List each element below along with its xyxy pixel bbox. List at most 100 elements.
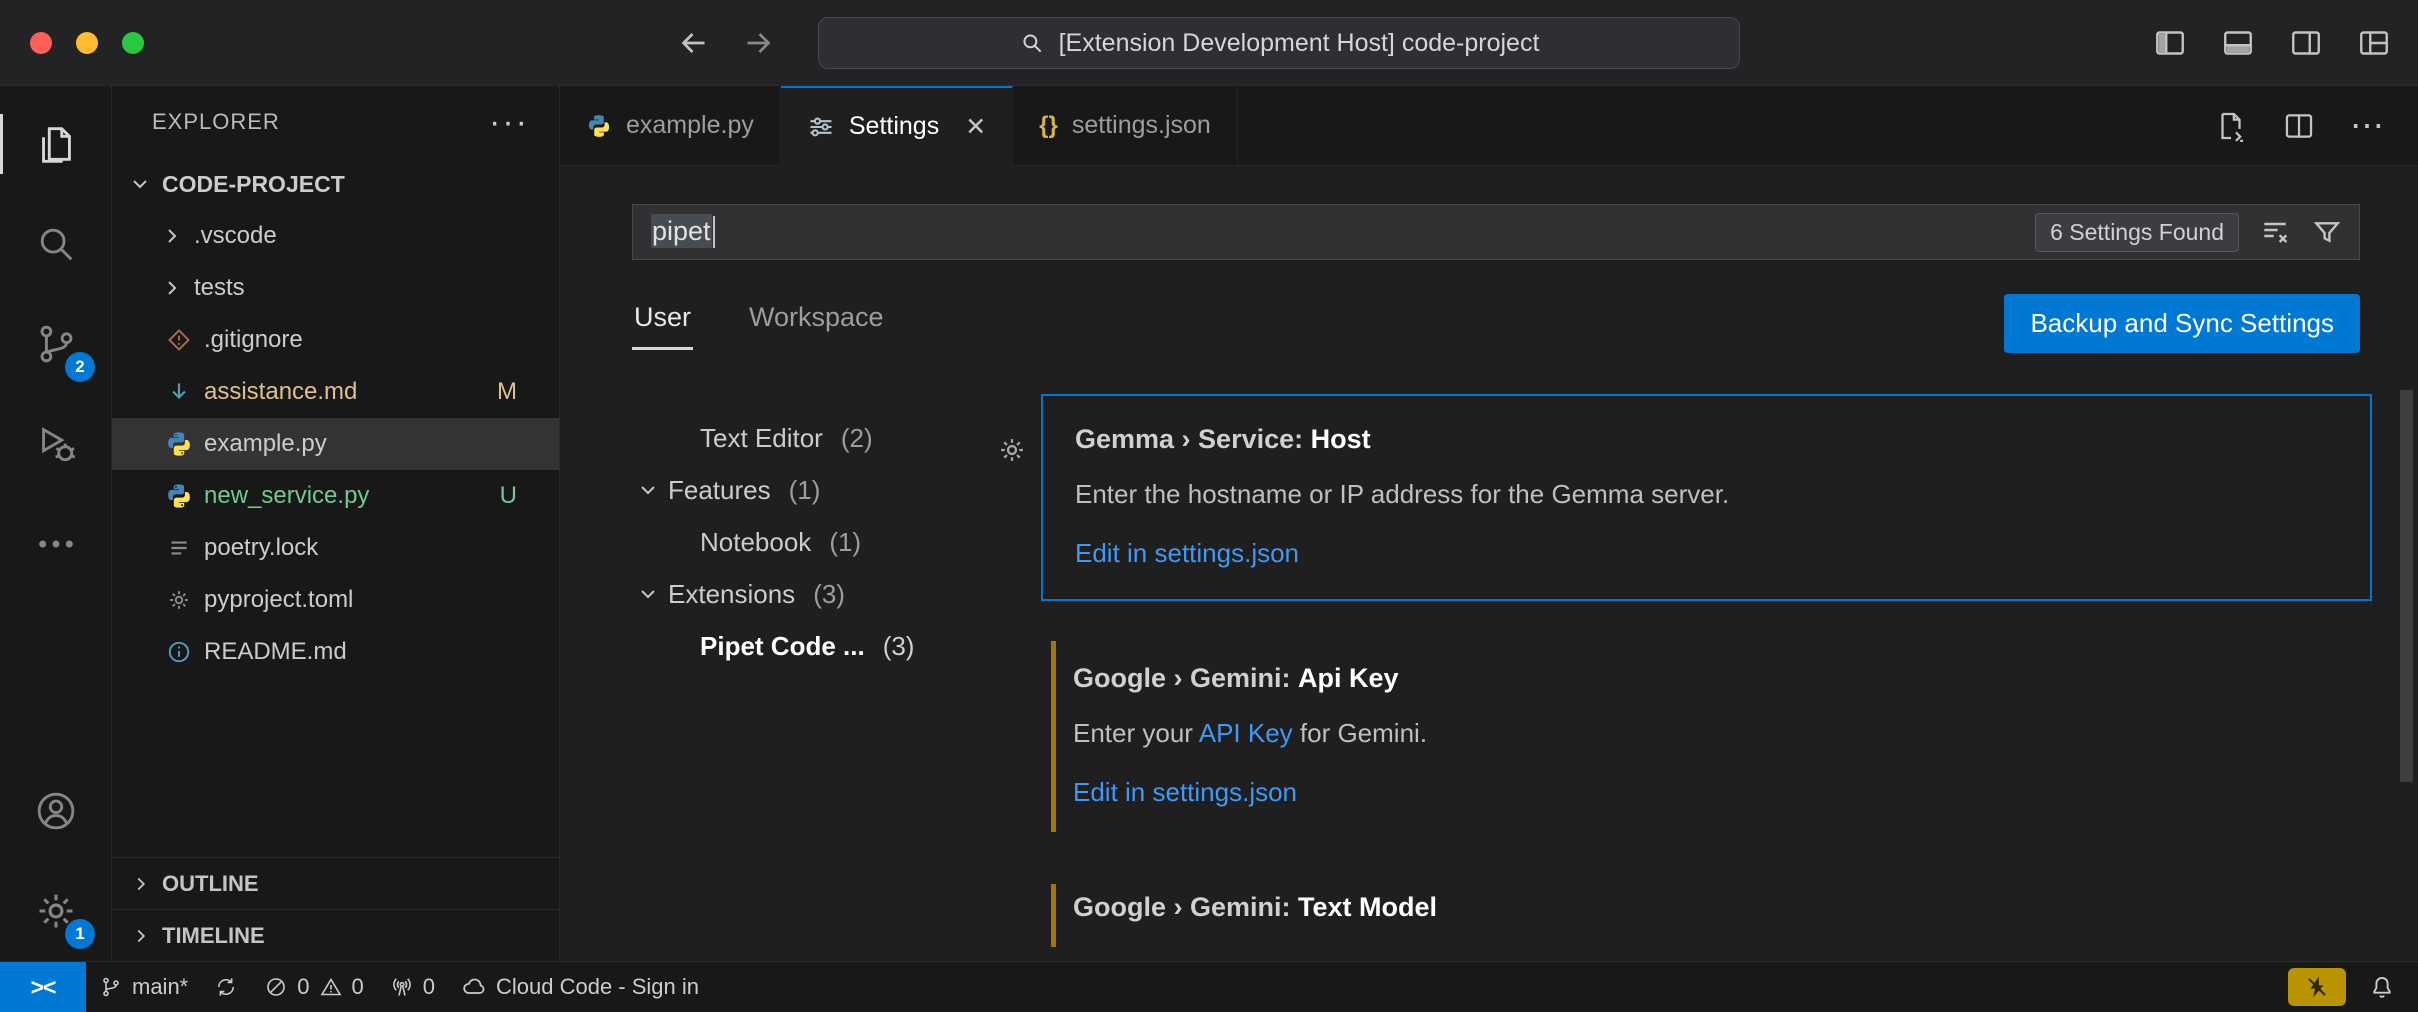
toc-item-extensions[interactable]: Extensions(3): [632, 568, 1042, 620]
setting-gemma-service-host[interactable]: Gemma › Service: Host Enter the hostname…: [1041, 394, 2372, 601]
search-query-text: pipet: [651, 214, 712, 248]
tree-item-new-service-py[interactable]: new_service.py U: [112, 470, 559, 522]
toc-item-text-editor[interactable]: Text Editor(2): [632, 412, 1042, 464]
notifications-bell-icon[interactable]: [2368, 973, 2396, 1001]
lock-file-icon: [164, 535, 194, 561]
explorer-title: EXPLORER: [152, 109, 280, 135]
tree-item-readme-md[interactable]: README.md: [112, 626, 559, 678]
text-caret: [713, 216, 715, 248]
toggle-primary-sidebar-icon[interactable]: [2152, 25, 2188, 61]
settings-editor: pipet 6 Settings Found User Workspace Ba…: [560, 166, 2418, 961]
python-file-icon: [586, 113, 612, 139]
git-branch-status[interactable]: main*: [86, 962, 201, 1012]
setting-google-gemini-text-model[interactable]: Google › Gemini: Text Model: [1041, 878, 2372, 953]
search-activity-icon[interactable]: [0, 194, 111, 294]
close-tab-icon[interactable]: ✕: [965, 112, 986, 142]
git-status-badge: M: [497, 378, 517, 406]
activity-bar: 2 1: [0, 86, 112, 961]
run-debug-activity-icon[interactable]: [0, 394, 111, 494]
titlebar: [Extension Development Host] code-projec…: [0, 0, 2418, 86]
setting-description: Enter your API Key for Gemini.: [1073, 718, 2340, 749]
api-key-link[interactable]: API Key: [1199, 718, 1293, 748]
toggle-secondary-sidebar-icon[interactable]: [2288, 25, 2324, 61]
tree-item-assistance-md[interactable]: assistance.md M: [112, 366, 559, 418]
window-controls: [30, 32, 144, 54]
outline-section[interactable]: OUTLINE: [112, 857, 559, 909]
tab-settings[interactable]: Settings ✕: [781, 86, 1013, 166]
tree-item-tests[interactable]: tests: [112, 262, 559, 314]
window-title: [Extension Development Host] code-projec…: [1059, 29, 1540, 58]
zoom-window-button[interactable]: [122, 32, 144, 54]
scope-tab-workspace[interactable]: Workspace: [747, 294, 886, 347]
chevron-down-icon: [636, 582, 660, 606]
toc-item-pipet-code[interactable]: Pipet Code ...(3): [632, 620, 1042, 672]
editor-area: example.py Settings ✕ {} settings.json: [560, 86, 2418, 961]
file-tree: CODE-PROJECT .vscode tests .gitignore: [112, 158, 559, 961]
results-count-badge: 6 Settings Found: [2035, 213, 2239, 252]
forward-icon[interactable]: [740, 25, 776, 61]
search-icon: [1019, 30, 1045, 56]
info-file-icon: [164, 639, 194, 665]
manage-gear-icon[interactable]: 1: [0, 861, 111, 961]
toc-item-notebook[interactable]: Notebook(1): [632, 516, 1042, 568]
edit-in-settings-json-link[interactable]: Edit in settings.json: [1075, 538, 1299, 568]
explorer-sidebar: EXPLORER ··· CODE-PROJECT .vscode te: [112, 86, 560, 961]
config-file-icon: [164, 587, 194, 613]
settings-list: Gemma › Service: Host Enter the hostname…: [1041, 394, 2372, 953]
command-center[interactable]: [Extension Development Host] code-projec…: [818, 17, 1740, 69]
chevron-down-icon: [128, 172, 152, 196]
tree-item-poetry-lock[interactable]: poetry.lock: [112, 522, 559, 574]
source-control-activity-icon[interactable]: 2: [0, 294, 111, 394]
toggle-panel-icon[interactable]: [2220, 25, 2256, 61]
json-file-icon: {}: [1039, 112, 1058, 140]
modified-indicator: [1051, 641, 1056, 832]
toc-item-features[interactable]: Features(1): [632, 464, 1042, 516]
backup-sync-settings-button[interactable]: Backup and Sync Settings: [2004, 294, 2360, 353]
clear-search-filters-icon[interactable]: [2259, 216, 2291, 248]
tree-item-example-py[interactable]: example.py: [112, 418, 559, 470]
profile-extension-host-button[interactable]: [2288, 968, 2346, 1006]
tree-item-pyproject-toml[interactable]: pyproject.toml: [112, 574, 559, 626]
tree-item-gitignore[interactable]: .gitignore: [112, 314, 559, 366]
cloud-code-signin[interactable]: Cloud Code - Sign in: [448, 962, 712, 1012]
setting-manage-gear-icon[interactable]: [996, 434, 1028, 466]
python-file-icon: [164, 482, 194, 510]
modified-indicator: [1051, 884, 1056, 947]
edit-in-settings-json-link[interactable]: Edit in settings.json: [1073, 777, 1297, 807]
setting-description: Enter the hostname or IP address for the…: [1075, 479, 2338, 510]
sync-changes-icon[interactable]: [201, 962, 251, 1012]
source-control-badge: 2: [65, 352, 95, 382]
split-editor-icon[interactable]: [2282, 109, 2316, 143]
python-file-icon: [164, 430, 194, 458]
open-settings-json-icon[interactable]: [2214, 109, 2248, 143]
remote-indicator[interactable]: ><: [0, 962, 86, 1012]
chevron-right-icon: [130, 873, 152, 895]
accounts-icon[interactable]: [0, 761, 111, 861]
additional-views-icon[interactable]: [0, 494, 111, 594]
tab-bar: example.py Settings ✕ {} settings.json: [560, 86, 2418, 166]
settings-sliders-icon: [807, 113, 835, 141]
timeline-section[interactable]: TIMELINE: [112, 909, 559, 961]
manage-badge: 1: [65, 919, 95, 949]
close-window-button[interactable]: [30, 32, 52, 54]
explorer-activity-icon[interactable]: [0, 94, 111, 194]
tab-settings-json[interactable]: {} settings.json: [1013, 86, 1238, 165]
tree-root-code-project[interactable]: CODE-PROJECT: [112, 158, 559, 210]
ports-status[interactable]: 0: [377, 962, 448, 1012]
chevron-down-icon: [636, 478, 660, 502]
settings-search-input[interactable]: pipet 6 Settings Found: [632, 204, 2360, 260]
more-actions-icon[interactable]: ⋯: [2350, 106, 2386, 146]
back-icon[interactable]: [676, 25, 712, 61]
setting-google-gemini-api-key[interactable]: Google › Gemini: Api Key Enter your API …: [1041, 635, 2372, 838]
chevron-right-icon: [160, 276, 184, 300]
tab-example-py[interactable]: example.py: [560, 86, 781, 165]
filter-icon[interactable]: [2311, 216, 2343, 248]
minimize-window-button[interactable]: [76, 32, 98, 54]
problems-status[interactable]: 0 0: [251, 962, 377, 1012]
tree-item-vscode[interactable]: .vscode: [112, 210, 559, 262]
explorer-actions-icon[interactable]: ···: [489, 103, 529, 142]
scope-tab-user[interactable]: User: [632, 294, 693, 350]
vertical-scrollbar[interactable]: [2400, 390, 2413, 782]
customize-layout-icon[interactable]: [2356, 25, 2392, 61]
git-file-icon: [164, 327, 194, 353]
